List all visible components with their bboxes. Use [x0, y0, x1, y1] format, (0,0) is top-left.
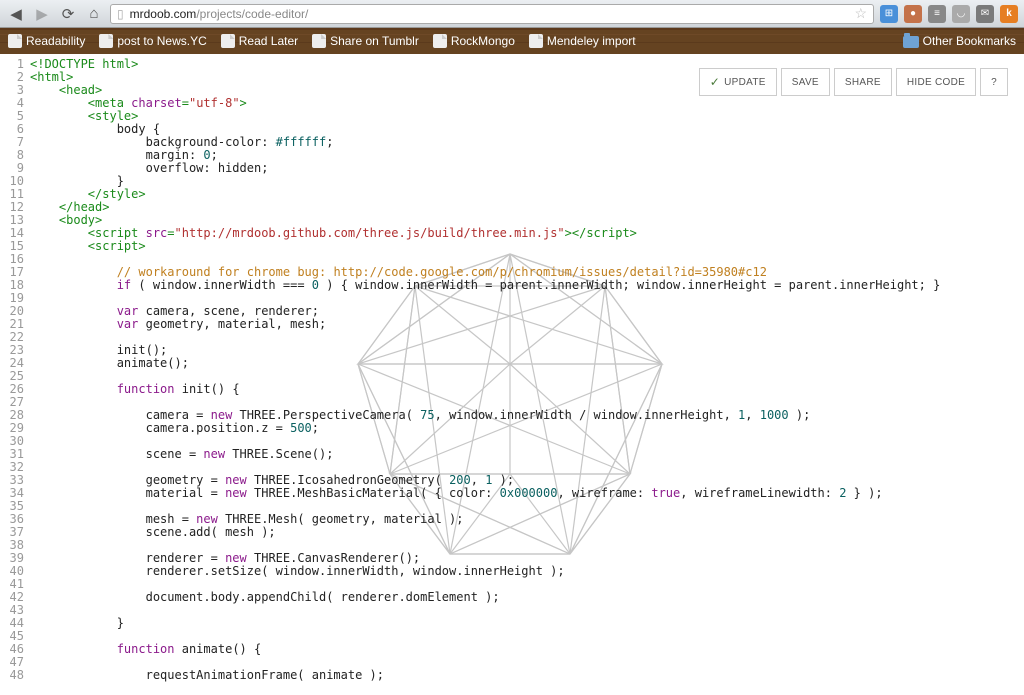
hide-code-button[interactable]: HIDE CODE — [896, 68, 976, 96]
bookmark-item[interactable]: RockMongo — [433, 34, 515, 48]
page-icon — [433, 34, 447, 48]
extension-icon[interactable]: ● — [904, 5, 922, 23]
page-icon — [8, 34, 22, 48]
other-bookmarks[interactable]: Other Bookmarks — [903, 34, 1016, 48]
extension-icon[interactable]: ◡ — [952, 5, 970, 23]
save-button[interactable]: SAVE — [781, 68, 830, 96]
extension-icon[interactable]: ≡ — [928, 5, 946, 23]
reload-button[interactable]: ⟳ — [58, 5, 78, 23]
browser-toolbar: ◀ ▶ ⟳ ⌂ ▯ mrdoob.com/projects/code-edito… — [0, 0, 1024, 28]
update-button[interactable]: ✓UPDATE — [699, 68, 777, 96]
page-content: ✓UPDATE SAVE SHARE HIDE CODE ? — [0, 54, 1024, 695]
forward-button[interactable]: ▶ — [32, 5, 52, 23]
extension-icon[interactable]: ⊞ — [880, 5, 898, 23]
home-button[interactable]: ⌂ — [84, 5, 104, 22]
check-icon: ✓ — [710, 75, 720, 89]
bookmark-item[interactable]: Read Later — [221, 34, 298, 48]
extension-icon[interactable]: ✉ — [976, 5, 994, 23]
page-icon — [312, 34, 326, 48]
bookmark-item[interactable]: post to News.YC — [99, 34, 206, 48]
url-domain: mrdoob.com — [130, 7, 197, 21]
page-icon — [221, 34, 235, 48]
help-button[interactable]: ? — [980, 68, 1008, 96]
bookmarks-bar: Readability post to News.YC Read Later S… — [0, 28, 1024, 54]
bookmark-star-icon[interactable]: ☆ — [854, 5, 867, 22]
code-content[interactable]: <!DOCTYPE html><html> <head> <meta chars… — [30, 58, 1024, 682]
folder-icon — [903, 36, 919, 48]
bookmark-item[interactable]: Share on Tumblr — [312, 34, 419, 48]
bookmark-item[interactable]: Readability — [8, 34, 85, 48]
code-editor[interactable]: 1234567891011121314151617181920212223242… — [0, 54, 1024, 682]
share-button[interactable]: SHARE — [834, 68, 892, 96]
page-icon — [99, 34, 113, 48]
extension-icon[interactable]: k — [1000, 5, 1018, 23]
action-buttons: ✓UPDATE SAVE SHARE HIDE CODE ? — [699, 68, 1008, 96]
page-icon — [529, 34, 543, 48]
bookmark-item[interactable]: Mendeley import — [529, 34, 636, 48]
line-numbers: 1234567891011121314151617181920212223242… — [0, 58, 30, 682]
url-bar[interactable]: ▯ mrdoob.com/projects/code-editor/ ☆ — [110, 4, 874, 24]
url-path: /projects/code-editor/ — [196, 7, 308, 21]
back-button[interactable]: ◀ — [6, 5, 26, 23]
